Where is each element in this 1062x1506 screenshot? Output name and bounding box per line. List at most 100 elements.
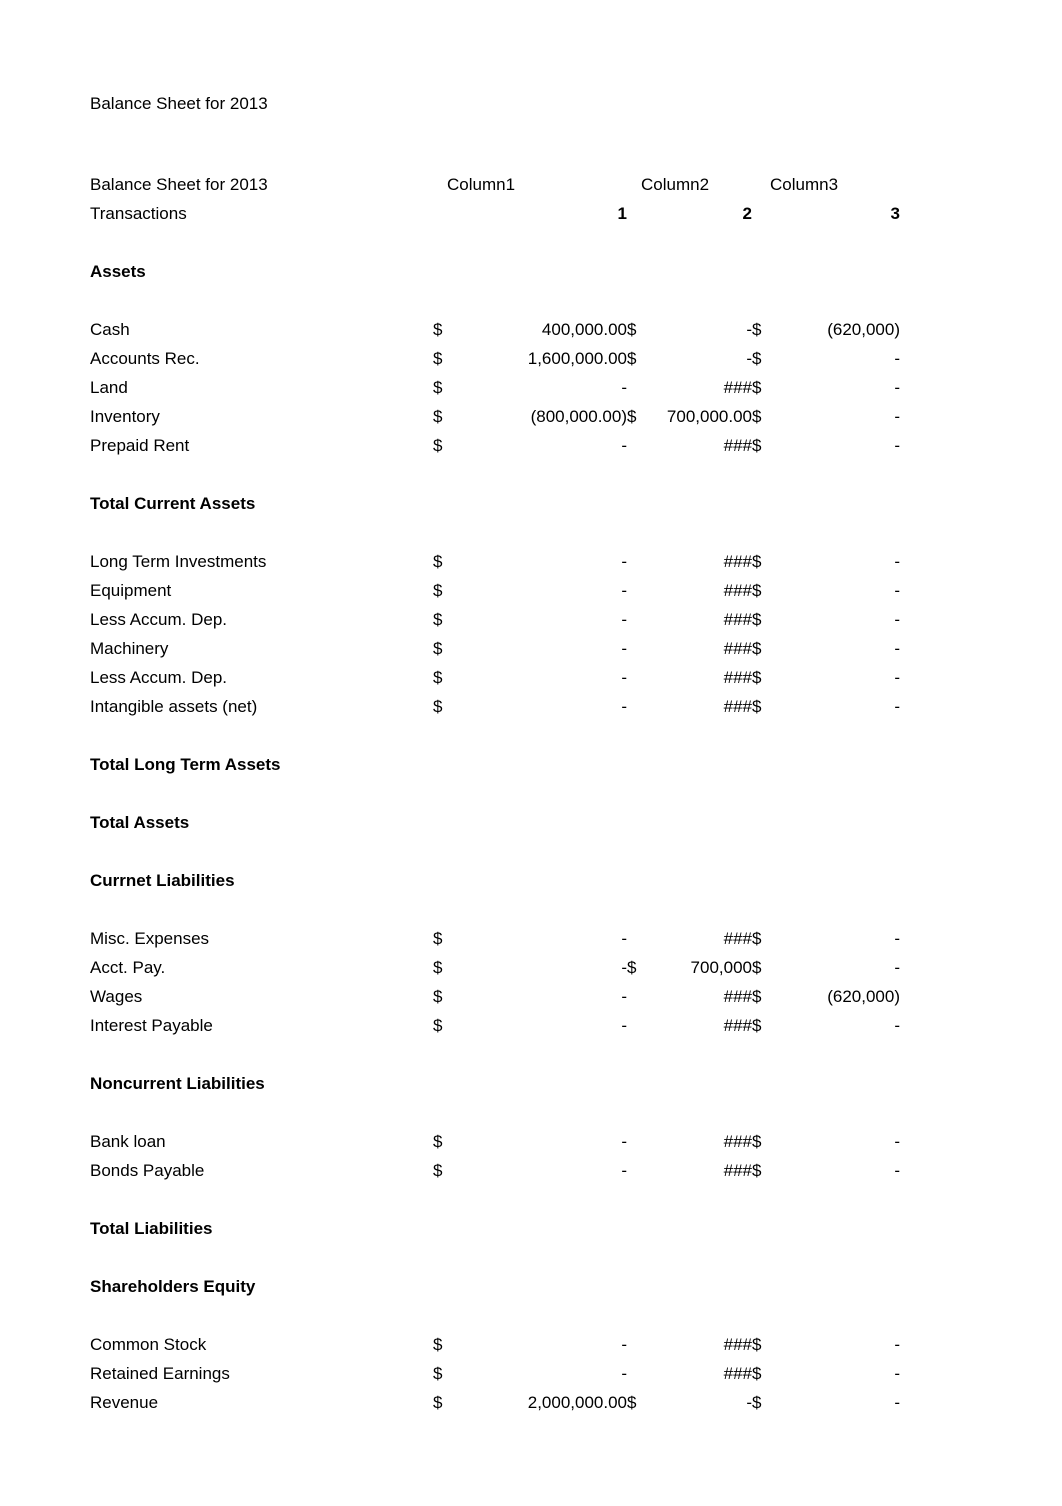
currency-symbol-2: $ [627,1393,637,1412]
value-column-3[interactable]: - [770,1388,900,1417]
value-column-2[interactable]: - [641,344,752,373]
currency-symbol-3: $ [752,639,762,658]
value-column-2[interactable]: ### [641,1127,752,1156]
value-column-1[interactable]: - [447,692,627,721]
section-header-empty-cell [433,1214,447,1243]
currency-symbol-2 [627,1330,641,1359]
value-column-3[interactable]: - [770,605,900,634]
value-column-3[interactable]: - [770,924,900,953]
column-header-1[interactable]: Column1 [447,170,627,199]
value-column-1[interactable]: - [447,576,627,605]
value-column-3[interactable]: - [770,1011,900,1040]
currency-symbol-1: $ [433,1132,443,1151]
table-row: Long Term Investments $ - ### $ - [90,547,900,576]
value-column-1[interactable]: - [447,1127,627,1156]
value-column-2[interactable]: ### [641,576,752,605]
value-column-2[interactable]: ### [641,605,752,634]
table-row: Less Accum. Dep. $ - ### $ - [90,605,900,634]
section-header-empty-cell [627,489,641,518]
section-header-empty-cell [627,808,641,837]
value-column-3[interactable]: - [770,373,900,402]
currency-symbol-2 [627,982,641,1011]
value-column-1[interactable]: - [447,1156,627,1185]
value-column-3[interactable]: - [770,1330,900,1359]
section-header-empty-cell [770,1214,900,1243]
value-column-2[interactable]: ### [641,982,752,1011]
value-column-3[interactable]: - [770,402,900,431]
value-column-1[interactable]: - [447,982,627,1011]
value-column-1[interactable]: - [447,605,627,634]
value-column-1[interactable]: (800,000.00) [447,402,627,431]
value-column-2[interactable]: 700,000 [641,953,752,982]
value-column-3[interactable]: - [770,692,900,721]
currency-symbol-3: $ [752,668,762,687]
currency-symbol-2 [627,373,641,402]
section-title: Currnet Liabilities [90,871,235,890]
section-title: Noncurrent Liabilities [90,1074,265,1093]
value-column-3[interactable]: - [770,634,900,663]
value-column-2[interactable]: - [641,1388,752,1417]
value-column-3[interactable]: - [770,953,900,982]
column-header-3[interactable]: Column3 [770,170,900,199]
value-column-1[interactable]: 400,000.00 [447,315,627,344]
value-column-2[interactable]: ### [641,924,752,953]
currency-symbol-1: $ [433,1393,443,1412]
table-row: Bonds Payable $ - ### $ - [90,1156,900,1185]
value-column-2[interactable]: ### [641,1359,752,1388]
value-column-1[interactable]: 1,600,000.00 [447,344,627,373]
value-column-3[interactable]: - [770,1359,900,1388]
value-column-1[interactable]: - [447,953,627,982]
value-column-3[interactable]: - [770,576,900,605]
section-header-empty-cell [770,257,900,286]
subheader-row-label: Transactions [90,204,187,223]
value-column-1[interactable]: - [447,1359,627,1388]
value-column-3[interactable]: - [770,431,900,460]
currency-symbol-3: $ [752,320,762,339]
spacer-row [90,895,900,924]
value-column-1[interactable]: - [447,373,627,402]
column-header-2[interactable]: Column2 [641,170,752,199]
section-header-row: Total Current Assets [90,489,900,518]
value-column-2[interactable]: ### [641,1011,752,1040]
balance-sheet-table: Balance Sheet for 2013 Column1 Column2 Colu… [90,170,900,1417]
value-column-3[interactable]: - [770,547,900,576]
section-title: Total Current Assets [90,494,256,513]
table-row: Acct. Pay. $ - $700,000 $ - [90,953,900,982]
currency-symbol-3: $ [752,1364,762,1383]
value-column-2[interactable]: ### [641,1330,752,1359]
currency-symbol-1: $ [433,436,443,455]
value-column-2[interactable]: 700,000.00 [641,402,752,431]
section-header-empty-cell [433,257,447,286]
spacer-cell [90,895,900,924]
value-column-2[interactable]: ### [641,634,752,663]
spacer-cell [90,1301,900,1330]
value-column-2[interactable]: ### [641,663,752,692]
value-column-2[interactable]: ### [641,692,752,721]
value-column-2[interactable]: ### [641,1156,752,1185]
value-column-1[interactable]: - [447,634,627,663]
currency-symbol-2 [627,692,641,721]
spacer-cell [90,228,900,257]
value-column-3[interactable]: - [770,663,900,692]
section-header-empty-cell [433,808,447,837]
value-column-1[interactable]: - [447,1330,627,1359]
value-column-3[interactable]: - [770,1127,900,1156]
value-column-1[interactable]: - [447,663,627,692]
section-header-empty-cell [770,866,900,895]
value-column-1[interactable]: - [447,547,627,576]
spacer-row [90,1185,900,1214]
value-column-3[interactable]: - [770,1156,900,1185]
value-column-3[interactable]: (620,000) [770,315,900,344]
value-column-2[interactable]: ### [641,373,752,402]
spacer-cell [90,1098,900,1127]
value-column-3[interactable]: - [770,344,900,373]
value-column-2[interactable]: ### [641,431,752,460]
value-column-1[interactable]: - [447,1011,627,1040]
value-column-3[interactable]: (620,000) [770,982,900,1011]
value-column-1[interactable]: - [447,924,627,953]
table-row: Intangible assets (net) $ - ### $ - [90,692,900,721]
value-column-2[interactable]: ### [641,547,752,576]
value-column-2[interactable]: - [641,315,752,344]
value-column-1[interactable]: 2,000,000.00 [447,1388,627,1417]
value-column-1[interactable]: - [447,431,627,460]
